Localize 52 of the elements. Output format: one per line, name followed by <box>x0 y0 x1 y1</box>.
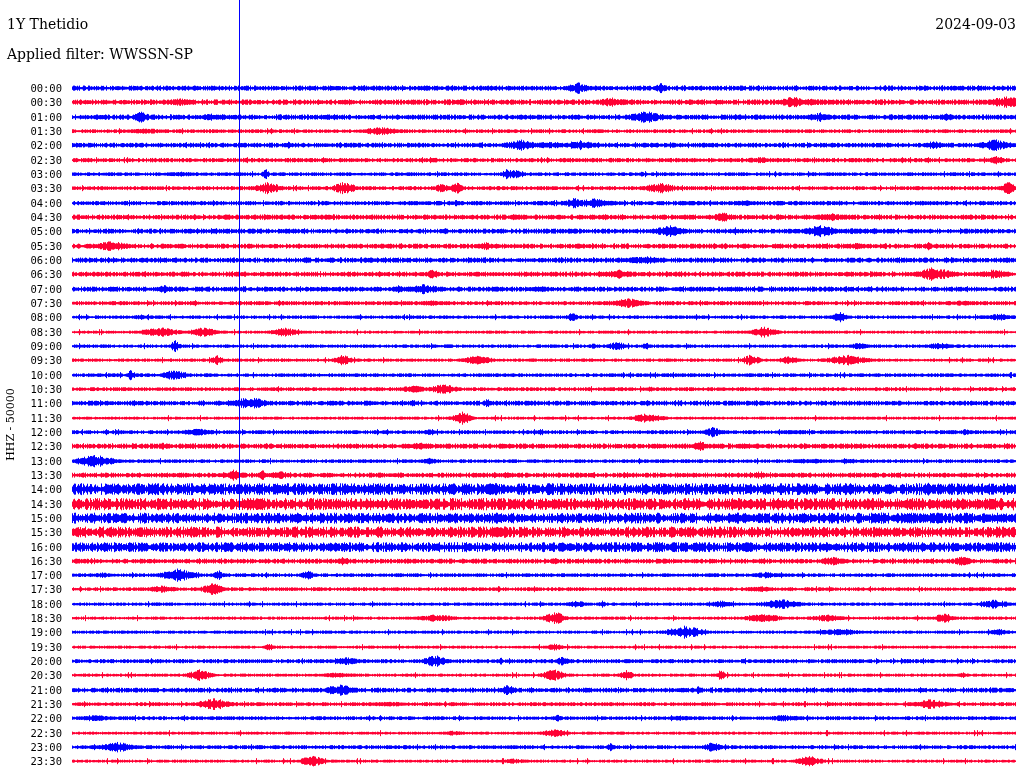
time-label: 08:00 <box>29 310 62 325</box>
time-label: 00:00 <box>29 81 62 96</box>
station-title: 1Y Thetidio <box>7 16 89 32</box>
time-label: 10:30 <box>29 381 62 397</box>
time-label: 04:30 <box>29 209 62 225</box>
time-label: 01:00 <box>29 109 62 124</box>
time-label: 13:00 <box>29 453 62 468</box>
date-label: 2024-09-03 <box>935 16 1016 32</box>
time-label: 12:00 <box>29 424 62 440</box>
time-label: 17:00 <box>29 568 62 583</box>
time-label: 16:00 <box>29 539 62 554</box>
time-label: 21:30 <box>29 697 62 712</box>
time-label: 03:30 <box>29 181 62 196</box>
time-label: 14:00 <box>29 482 62 497</box>
time-label: 23:30 <box>29 754 62 769</box>
time-label: 10:00 <box>29 367 62 382</box>
time-label: 22:30 <box>29 725 62 741</box>
time-label: 19:30 <box>29 639 62 655</box>
time-label: 09:00 <box>29 338 62 354</box>
time-label: 20:00 <box>29 654 62 669</box>
time-label: 08:30 <box>29 324 62 339</box>
filter-label: Applied filter: WWSSN-SP <box>7 46 193 62</box>
time-label: 04:00 <box>29 195 62 210</box>
time-label: 05:00 <box>29 224 62 239</box>
time-label: 07:00 <box>29 281 62 296</box>
time-label: 02:30 <box>29 152 62 167</box>
time-label: 09:30 <box>29 353 62 368</box>
time-label: 03:00 <box>29 166 62 182</box>
time-label: 15:00 <box>29 510 62 526</box>
time-label: 22:00 <box>29 711 62 726</box>
time-label: 06:30 <box>29 267 62 282</box>
time-label: 17:30 <box>29 582 62 597</box>
time-label: 16:30 <box>29 553 62 569</box>
time-label: 23:00 <box>29 740 62 755</box>
time-label: 18:30 <box>29 611 62 626</box>
time-label: 05:30 <box>29 238 62 253</box>
time-label: 15:30 <box>29 525 62 540</box>
time-label: 02:00 <box>29 138 62 153</box>
time-label: 19:00 <box>29 625 62 640</box>
time-label: 11:30 <box>29 410 62 425</box>
time-label: 13:30 <box>29 467 62 483</box>
time-label: 12:30 <box>29 439 62 454</box>
time-label: 14:30 <box>29 496 62 511</box>
time-label: 01:30 <box>29 124 62 139</box>
time-label: 07:30 <box>29 295 62 311</box>
time-label: 06:00 <box>29 252 62 268</box>
time-label: 11:00 <box>29 396 62 411</box>
time-label: 18:00 <box>29 596 62 612</box>
time-label: 21:00 <box>29 682 62 698</box>
time-label: 20:30 <box>29 668 62 683</box>
axis-label: HHZ - 50000 <box>3 388 17 462</box>
time-label: 00:30 <box>29 95 62 110</box>
